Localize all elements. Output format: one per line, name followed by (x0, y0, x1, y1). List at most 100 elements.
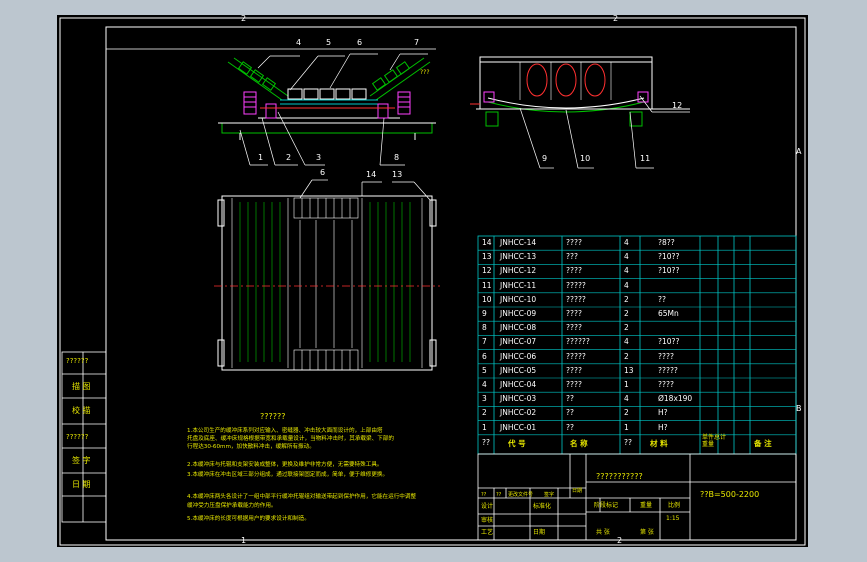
bom-cell-mat: H? (658, 422, 668, 432)
bom-cell-mat: ?10?? (658, 337, 680, 347)
bom-cell-code: JNHCC-04 (500, 380, 537, 389)
bom-cell-code: JNHCC-10 (500, 294, 537, 304)
bom-row: 8 JNHCC-08???? 2 (478, 321, 796, 335)
bom-cell-no: 10 (482, 294, 492, 304)
tb-weight: 重量 (640, 502, 653, 509)
callout-14: 14 (366, 170, 377, 179)
bom-cell-no: 9 (482, 309, 487, 318)
grid-label-right-b: B (796, 404, 802, 413)
bom-cell-name: ???? (566, 365, 582, 375)
tb-label-1: 标准化 (533, 503, 552, 510)
grid-label-bottom-a: 1 (241, 536, 247, 545)
tb-sheets: 共 张 (596, 529, 610, 536)
rev-header-0: ?? (481, 492, 487, 498)
bom-cell-qty: 4 (624, 252, 629, 262)
note-line-6: 缓冲受力压盘保护承载能力的作用。 (187, 503, 277, 509)
note-line-1: 托盘及底座、缓冲床规格根据带宽和承载量设计，当物料冲击时，其承载梁、下部的 (187, 436, 394, 442)
rev-header-2: 更改文件号 (508, 492, 534, 498)
bom-row: 3 JNHCC-03?? 4 Ø18x190 (478, 392, 796, 406)
bom-cell-code: JNHCC-01 (500, 422, 537, 432)
notes-title: ?????? (260, 412, 286, 421)
bom-cell-qty: 1 (624, 380, 629, 389)
bom-cell-name: ???? (566, 309, 582, 318)
note-line-7: 5.本缓冲床的长度可根据用户的要求设计和制造。 (187, 516, 310, 522)
bom-cell-mat: H? (658, 408, 668, 418)
front-view-leaders (239, 53, 428, 166)
bom-cell-name: ?????? (566, 337, 590, 347)
callout-7: 7 (414, 38, 420, 47)
bom-cell-no: 12 (482, 266, 492, 276)
bom-cell-name: ????? (566, 351, 586, 361)
bom-cell-qty: 4 (624, 280, 629, 290)
left-panel-2: 校 描 (72, 406, 91, 415)
drawing-number: ??B=500-2200 (700, 490, 760, 499)
grid-label-top-a: 2 (241, 14, 247, 23)
bom-row: 13 JNHCC-13??? 4 ?10?? (478, 250, 796, 264)
grid-label-bottom-b: 2 (617, 536, 623, 545)
bom-header-qty: ?? (624, 438, 632, 447)
note-line-3: 2.本缓冲床与托辊和支架安装成整体，更换及维护非常方便，无需要特殊工具。 (187, 462, 383, 468)
bom-cell-qty: 2 (624, 408, 629, 418)
note-line-2: 行程达30-60mm，加快散料冲击，缓解所有振动。 (187, 444, 315, 450)
bom-cell-no: 2 (482, 408, 487, 418)
bom-cell-qty: 4 (624, 266, 629, 276)
tb-label-0: 设计 (481, 503, 494, 510)
bom-cell-no: 13 (482, 252, 492, 262)
grid-label-top-b: 2 (613, 14, 619, 23)
bom-cell-qty: 2 (624, 309, 629, 318)
bom-cell-mat: Ø18x190 (658, 394, 693, 404)
tb-label-3: 工艺 (481, 529, 494, 536)
note-line-0: 1.本公司生产的缓冲床系列对应输入、密缝器、冲击较大面而设计的，上部由塔 (187, 428, 383, 434)
left-panel-4: 签 字 (72, 456, 91, 465)
bom-header-no: ?? (482, 438, 490, 447)
bom-cell-code: JNHCC-07 (500, 337, 537, 347)
front-view (218, 57, 436, 140)
plan-view-leaders (299, 179, 431, 201)
bom-cell-name: ???? (566, 238, 582, 247)
bom-cell-code: JNHCC-02 (500, 408, 537, 418)
callout-2: 2 (286, 153, 292, 162)
bom-cell-no: 5 (482, 365, 487, 375)
bom-cell-mat: ?? (658, 294, 666, 304)
bom-cell-code: JNHCC-06 (500, 351, 537, 361)
bom-header-code: 代 号 (508, 439, 526, 448)
rev-header-1: ?? (496, 492, 502, 498)
bom-header-name: 名 称 (570, 439, 588, 448)
callout-12: 12 (672, 101, 683, 110)
bom-cell-mat: ?10?? (658, 266, 680, 276)
bom-cell-mat: ?10?? (658, 252, 680, 262)
side-view (470, 56, 690, 127)
bom-row: 12 JNHCC-12???? 4 ?10?? (478, 264, 796, 278)
tb-label-4: 日期 (533, 529, 546, 536)
bom-header-mat: 材 料 (650, 439, 668, 448)
bom-cell-code: JNHCC-03 (500, 394, 537, 404)
tb-stage: 阶段标记 (594, 502, 619, 509)
bom-cell-name: ???? (566, 380, 582, 389)
bom-header-remark: 备 注 (754, 439, 772, 448)
bom-cell-code: JNHCC-12 (500, 266, 537, 276)
bom-cell-code: JNHCC-13 (500, 252, 537, 262)
bom-row: 2 JNHCC-02?? 2 H? (478, 406, 796, 420)
callout-11: 11 (640, 154, 651, 163)
bom-cell-name: ?? (566, 394, 574, 404)
bom-cell-no: 7 (482, 337, 487, 347)
tb-scale-value: 1:15 (666, 515, 680, 522)
bom-cell-mat: ?8?? (658, 238, 675, 247)
bom-cell-name: ??? (566, 252, 578, 262)
callout-13: 13 (392, 170, 403, 179)
bom-cell-qty: 4 (624, 238, 629, 247)
bom-row: 10 JNHCC-10????? 2?? (478, 293, 796, 307)
left-panel-1: 描 图 (72, 382, 91, 391)
callout-6-plan: 6 (320, 168, 326, 177)
bom-cell-qty: 2 (624, 323, 629, 333)
callout-8: 8 (394, 153, 400, 162)
bom-cell-code: JNHCC-09 (500, 309, 537, 318)
bom-cell-code: JNHCC-11 (500, 280, 537, 290)
bom-header: ?? 代 号 名 称 ?? 材 料 单件总计 重量 备 注 (478, 434, 796, 450)
bom-row: 14 JNHCC-14???? 4 ?8?? (478, 236, 796, 250)
rev-header-3: 签字 (544, 492, 555, 498)
bom-cell-name: ????? (566, 294, 586, 304)
bom-cell-mat: ???? (658, 351, 674, 361)
grid-label-right-a: A (796, 147, 802, 156)
bom-cell-code: JNHCC-08 (500, 323, 537, 333)
